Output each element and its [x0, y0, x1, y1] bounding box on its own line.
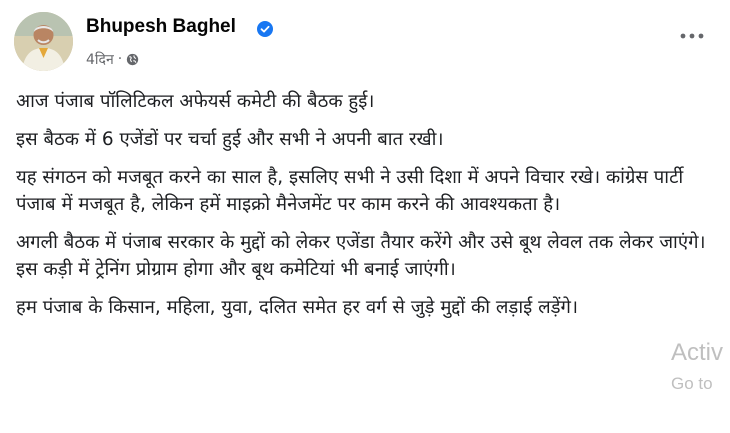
post-timestamp[interactable]: 4दिन [86, 50, 114, 69]
post-paragraph: हम पंजाब के किसान, महिला, युवा, दलित समे… [16, 297, 578, 318]
post-paragraph: अगली बैठक में पंजाब सरकार के मुद्दों को … [16, 232, 706, 280]
post-text: आज पंजाब पॉलिटिकल अफेयर्स कमेटी की बैठक … [16, 88, 716, 332]
author-name[interactable]: Bhupesh Baghel [86, 16, 236, 38]
post-paragraph: यह संगठन को मजबूत करने का साल है, इसलिए … [16, 167, 684, 215]
post-paragraph: आज पंजाब पॉलिटिकल अफेयर्स कमेटी की बैठक … [16, 91, 375, 112]
verified-badge-icon [257, 21, 273, 37]
more-dots-icon [680, 33, 704, 39]
post-meta: 4दिन · [86, 50, 139, 68]
meta-separator: · [117, 51, 123, 67]
post-header: Bhupesh Baghel 4दिन · [14, 12, 714, 74]
avatar-photo-icon [14, 12, 73, 71]
more-options-button[interactable] [674, 18, 710, 54]
activation-watermark: Activ Go to [671, 339, 723, 395]
watermark-line1: Activ [671, 339, 724, 366]
globe-icon[interactable] [126, 53, 139, 66]
watermark-line2: Go to [671, 374, 713, 393]
facebook-post: Bhupesh Baghel 4दिन · आज पंजाब पॉलिटिकल … [0, 0, 730, 433]
author-avatar[interactable] [14, 12, 73, 71]
post-paragraph: इस बैठक में 6 एजेंडों पर चर्चा हुई और सभ… [16, 129, 444, 150]
